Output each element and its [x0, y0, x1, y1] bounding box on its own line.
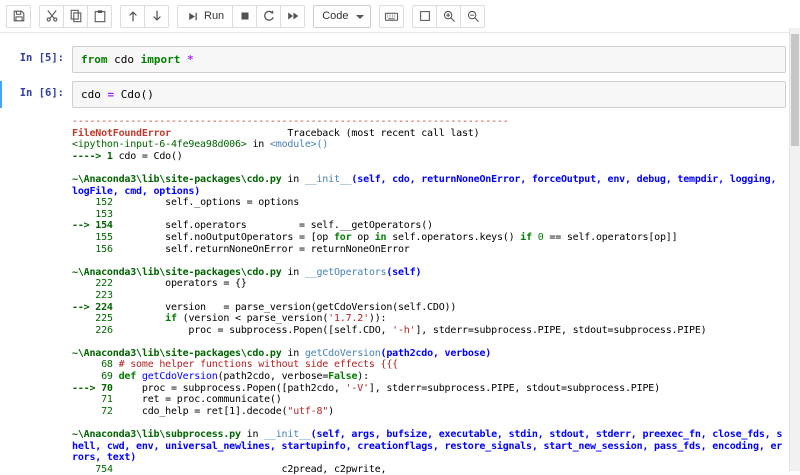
save-icon: [12, 9, 26, 23]
code-cell-in5: In [5]: from cdo import *: [0, 46, 786, 73]
move-down-icon: [150, 9, 164, 23]
run-button[interactable]: Run: [177, 5, 233, 28]
code-input-6[interactable]: cdo = Cdo(): [72, 81, 786, 108]
copy-icon: [69, 9, 83, 23]
restart-kernel-icon: [262, 9, 276, 23]
vertical-scrollbar[interactable]: [789, 28, 800, 471]
notebook-toolbar: Run Code: [0, 0, 800, 33]
zoom-out-button[interactable]: [460, 5, 485, 28]
zoom-in-button[interactable]: [436, 5, 461, 28]
code-cell-in6: In [6]: cdo = Cdo(): [0, 81, 786, 108]
restart-run-all-button[interactable]: [280, 5, 305, 28]
cell-type-value: Code: [322, 10, 348, 22]
run-label: Run: [204, 10, 224, 22]
restart-run-all-icon: [286, 9, 300, 23]
restart-kernel-button[interactable]: [256, 5, 281, 28]
error-output: ----------------------------------------…: [72, 116, 786, 475]
move-up-icon: [126, 9, 140, 23]
interrupt-kernel-button[interactable]: [232, 5, 257, 28]
code-input-5[interactable]: from cdo import *: [72, 46, 786, 73]
selected-cell-indicator: [0, 81, 2, 108]
code-line: from cdo import *: [81, 52, 777, 67]
input-prompt-6: In [6]:: [0, 81, 72, 108]
command-palette-icon: [384, 9, 399, 24]
box-button[interactable]: [412, 5, 437, 28]
run-icon: [186, 10, 199, 23]
move-cell-up-button[interactable]: [120, 5, 145, 28]
cut-icon: [45, 9, 59, 23]
paste-icon: [93, 9, 107, 23]
zoom-out-icon: [466, 9, 480, 23]
chevron-down-icon: [356, 15, 364, 19]
move-cell-down-button[interactable]: [144, 5, 169, 28]
cut-cells-button[interactable]: [39, 5, 64, 28]
box-icon: [418, 9, 432, 23]
input-prompt-5: In [5]:: [0, 46, 72, 73]
save-button[interactable]: [6, 5, 31, 28]
scrollbar-thumb[interactable]: [791, 34, 799, 146]
code-line: cdo = Cdo(): [81, 87, 777, 102]
command-palette-button[interactable]: [379, 5, 404, 28]
cell-type-select[interactable]: Code: [313, 5, 371, 28]
paste-cells-button[interactable]: [87, 5, 112, 28]
interrupt-kernel-icon: [238, 9, 252, 23]
notebook-area: In [5]: from cdo import * In [6]: cdo = …: [0, 33, 800, 475]
zoom-in-icon: [442, 9, 456, 23]
copy-cells-button[interactable]: [63, 5, 88, 28]
